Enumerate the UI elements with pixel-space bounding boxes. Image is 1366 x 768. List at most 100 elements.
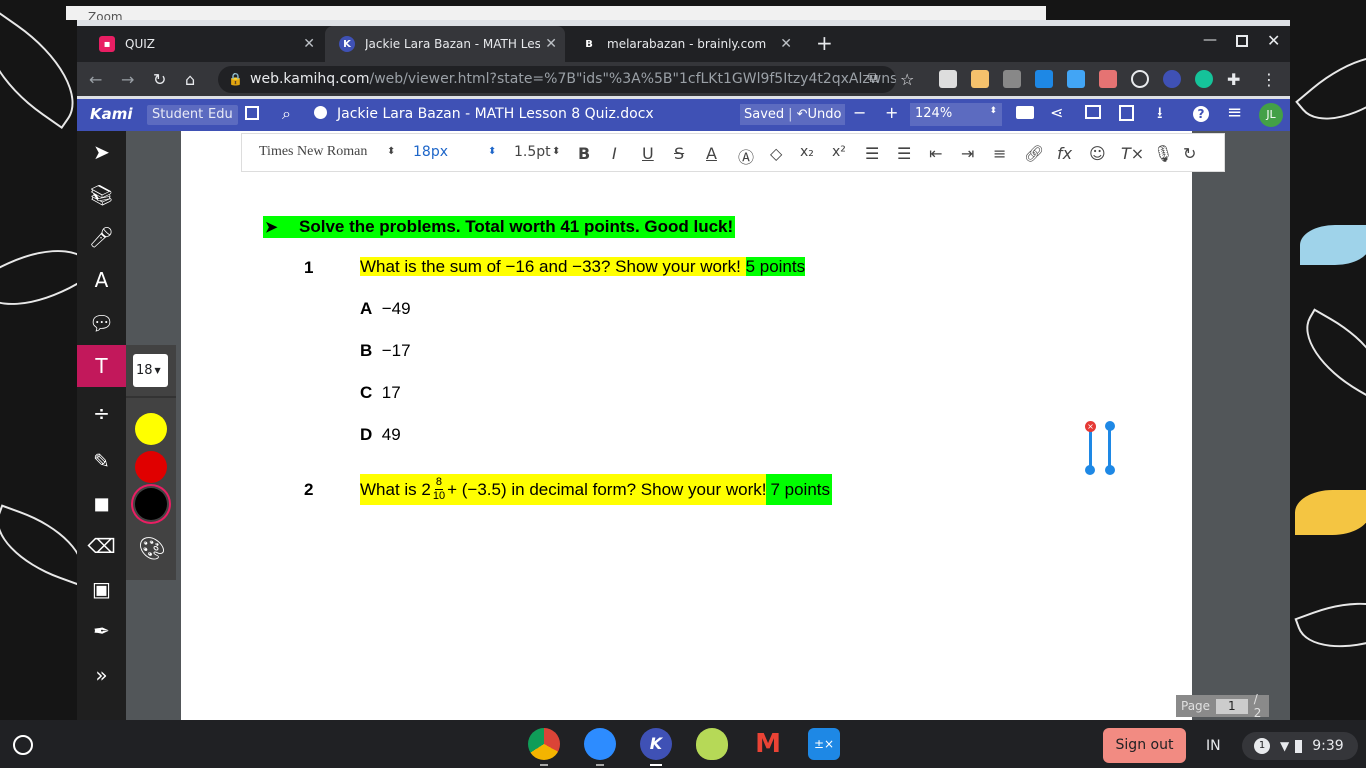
undo-button[interactable]: Undo <box>807 107 841 122</box>
avatar[interactable]: JL <box>1259 103 1283 127</box>
page-number-input[interactable]: 1 <box>1216 698 1248 714</box>
zoom-app-icon[interactable] <box>584 728 616 760</box>
kami-extension-icon[interactable] <box>1163 70 1181 88</box>
menu-kebab-icon[interactable]: ⋮ <box>1261 70 1277 89</box>
drawing-icon[interactable]: ✎ <box>77 440 126 482</box>
markup-icon[interactable]: A <box>77 259 126 301</box>
bold-icon[interactable]: B <box>578 144 590 163</box>
signature-icon[interactable]: ✒ <box>77 610 126 652</box>
minimize-icon[interactable]: — <box>1203 32 1217 48</box>
select-tool-icon[interactable]: ➤ <box>77 131 126 173</box>
undo-icon[interactable]: ↶ <box>797 107 808 122</box>
fill-bucket-icon[interactable]: ◇ <box>770 144 782 163</box>
search-icon[interactable]: ⌕ <box>282 104 291 124</box>
chrome-icon[interactable] <box>528 728 560 760</box>
color-swatch-black[interactable] <box>135 488 167 520</box>
tab-kami[interactable]: K Jackie Lara Bazan - MATH Lesso ✕ <box>325 26 565 62</box>
clear-format-icon[interactable]: T× <box>1121 144 1144 163</box>
extension-icon[interactable] <box>1035 70 1053 88</box>
sign-out-button[interactable]: Sign out <box>1103 728 1186 763</box>
strikethrough-icon[interactable]: S <box>674 144 684 163</box>
print-icon[interactable] <box>1085 105 1101 119</box>
address-bar[interactable]: 🔒 web.kamihq.com/web/viewer.html?state=%… <box>218 66 896 93</box>
italic-icon[interactable]: I <box>612 144 617 163</box>
emoji-icon[interactable]: ☺ <box>1089 144 1106 163</box>
home-icon[interactable]: ⌂ <box>185 70 195 89</box>
zoom-out-icon[interactable]: − <box>853 103 866 122</box>
superscript-icon[interactable]: x² <box>832 144 846 160</box>
extension-icon[interactable] <box>1099 70 1117 88</box>
open-in-app-icon[interactable]: ⧉ <box>868 70 878 86</box>
back-icon[interactable]: ← <box>89 70 102 89</box>
shapes-icon[interactable]: ◼ <box>77 482 126 524</box>
download-icon[interactable]: ⭳ <box>1157 102 1163 129</box>
forward-icon[interactable]: → <box>121 70 134 89</box>
underline-icon[interactable]: U <box>642 144 654 163</box>
numbered-list-icon[interactable]: ☰ <box>865 144 879 163</box>
color-swatch-yellow[interactable] <box>135 413 167 445</box>
font-size-select[interactable]: 18px <box>413 144 448 160</box>
equation-icon[interactable]: ÷ <box>77 392 126 434</box>
extension-icon[interactable] <box>1067 70 1085 88</box>
qr-icon[interactable] <box>1003 70 1021 88</box>
sidebar-toggle-icon[interactable] <box>245 106 259 120</box>
expand-icon[interactable]: » <box>77 654 126 696</box>
choice-b[interactable]: B −17 <box>360 341 411 361</box>
font-family-select[interactable]: Times New Roman <box>259 144 367 160</box>
close-window-icon[interactable]: ✕ <box>1267 31 1280 50</box>
highlight-icon[interactable]: Ⓐ <box>738 144 754 168</box>
choice-c[interactable]: C 17 <box>360 383 401 403</box>
close-icon[interactable]: ✕ <box>545 36 557 52</box>
close-icon[interactable]: ✕ <box>780 36 792 52</box>
calculator-icon[interactable]: ±× <box>808 728 840 760</box>
align-left-icon[interactable]: ≡ <box>993 144 1006 163</box>
bookmark-star-icon[interactable]: ☆ <box>900 70 914 89</box>
library-icon[interactable]: 📚︎ <box>77 174 126 216</box>
image-icon[interactable]: ▣ <box>77 568 126 610</box>
grammarly-icon[interactable] <box>1195 70 1213 88</box>
system-tray[interactable]: 1 ▼ 9:39 <box>1242 732 1358 760</box>
reload-icon[interactable]: ↻ <box>153 70 166 89</box>
extension-icon[interactable] <box>939 70 957 88</box>
bullet-list-icon[interactable]: ☰ <box>897 144 911 163</box>
choice-d[interactable]: D 49 <box>360 425 401 445</box>
font-size-dropdown[interactable]: 18 ▼ <box>133 354 168 387</box>
resize-handle[interactable] <box>1105 421 1115 431</box>
open-folder-icon[interactable] <box>1016 106 1034 119</box>
share-icon[interactable]: ⋖ <box>1050 103 1063 122</box>
close-icon[interactable]: ✕ <box>303 36 315 52</box>
text-tool-icon[interactable]: T <box>77 345 126 387</box>
tab-brainly[interactable]: B melarabazan - brainly.com ✕ <box>567 26 800 62</box>
tab-quiz[interactable]: ▪ QUIZ ✕ <box>85 26 323 62</box>
palette-icon[interactable]: 🎨︎ <box>138 537 166 562</box>
subscript-icon[interactable]: x₂ <box>800 144 814 160</box>
dictionary-icon[interactable]: 🎤︎ <box>77 216 126 258</box>
eraser-icon[interactable]: ⌫ <box>77 525 126 567</box>
hamburger-menu-icon[interactable]: ≡ <box>1227 102 1242 123</box>
redo-icon[interactable]: ↻ <box>1183 144 1196 163</box>
power-icon[interactable] <box>1131 70 1149 88</box>
pear-deck-icon[interactable] <box>696 728 728 760</box>
gmail-icon[interactable]: M <box>752 728 784 760</box>
indent-icon[interactable]: ⇥ <box>961 144 974 163</box>
zoom-in-icon[interactable]: + <box>885 103 898 122</box>
zoom-select[interactable]: 124% ⬍ <box>910 103 1002 126</box>
extension-icon[interactable] <box>971 70 989 88</box>
comment-icon[interactable]: 💬︎ <box>77 302 126 344</box>
line-height-select[interactable]: 1.5pt <box>514 144 551 160</box>
delete-annotation-icon[interactable]: × <box>1085 421 1096 432</box>
text-color-icon[interactable]: A <box>706 144 717 163</box>
color-swatch-red[interactable] <box>135 451 167 483</box>
input-method[interactable]: IN <box>1206 738 1221 754</box>
formula-icon[interactable]: fx <box>1057 144 1072 163</box>
save-icon[interactable] <box>1119 105 1134 121</box>
edu-pill[interactable]: Edu <box>203 105 238 125</box>
resize-handle[interactable] <box>1105 465 1115 475</box>
kami-app-icon[interactable]: K <box>640 728 672 760</box>
launcher-icon[interactable] <box>13 735 33 755</box>
microphone-icon[interactable]: 🎙︎ <box>1153 144 1173 163</box>
maximize-icon[interactable] <box>1236 35 1248 47</box>
link-icon[interactable]: 🔗︎ <box>1024 144 1044 163</box>
new-tab-icon[interactable]: + <box>816 31 833 55</box>
resize-handle[interactable] <box>1085 465 1095 475</box>
